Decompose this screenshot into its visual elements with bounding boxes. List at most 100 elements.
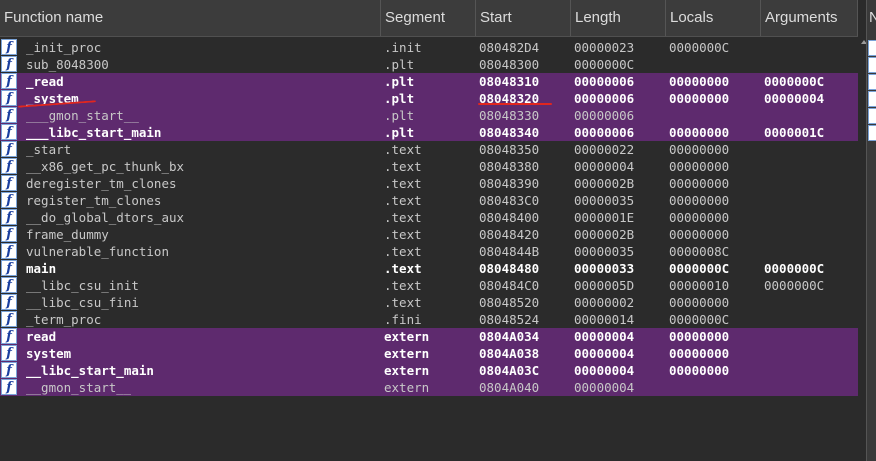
arguments-cell: 0000000C xyxy=(764,74,825,89)
start-cell: 08048420 xyxy=(479,227,540,242)
table-row[interactable]: f system extern 0804A038 00000004 00000000 xyxy=(0,345,858,362)
arguments-cell: 0000000C xyxy=(764,261,825,276)
length-cell: 00000004 xyxy=(574,363,635,378)
side-panel-header[interactable]: N xyxy=(867,0,876,36)
segment-cell: .plt xyxy=(384,74,415,89)
segment-cell: .text xyxy=(384,176,422,191)
start-cell: 080484C0 xyxy=(479,278,540,293)
table-row[interactable]: f __libc_csu_fini .text 08048520 00000002 000… xyxy=(0,294,858,311)
side-function-icon xyxy=(868,125,876,141)
function-icon: f xyxy=(1,311,17,327)
table-row[interactable]: f ___gmon_start__ .plt 08048330 00000006 xyxy=(0,107,858,124)
function-icon: f xyxy=(1,243,17,259)
locals-cell: 00000010 xyxy=(669,278,730,293)
locals-cell: 0000000C xyxy=(669,40,730,55)
column-header-length[interactable]: Length xyxy=(571,0,666,36)
segment-cell: .text xyxy=(384,142,422,157)
locals-cell: 00000000 xyxy=(669,125,730,140)
segment-cell: .text xyxy=(384,261,422,276)
length-cell: 00000004 xyxy=(574,159,635,174)
table-row[interactable]: f __libc_csu_init .text 080484C0 0000005D 000… xyxy=(0,277,858,294)
start-cell: 08048480 xyxy=(479,261,540,276)
column-header-arguments[interactable]: Arguments xyxy=(761,0,858,36)
function-name-cell: __x86_get_pc_thunk_bx xyxy=(26,159,185,174)
locals-cell: 00000000 xyxy=(669,295,730,310)
column-header-locals[interactable]: Locals xyxy=(666,0,761,36)
start-cell: 08048330 xyxy=(479,108,540,123)
length-cell: 00000035 xyxy=(574,193,635,208)
function-icon: f xyxy=(1,158,17,174)
length-cell: 00000022 xyxy=(574,142,635,157)
length-cell: 00000006 xyxy=(574,74,635,89)
arguments-cell: 0000001C xyxy=(764,125,825,140)
arguments-cell: 00000004 xyxy=(764,91,825,106)
table-row[interactable]: f ___libc_start_main .plt 08048340 00000006 0… xyxy=(0,124,858,141)
function-name-cell: __libc_csu_init xyxy=(26,278,139,293)
column-header-segment[interactable]: Segment xyxy=(381,0,476,36)
table-row[interactable]: f __gmon_start__ extern 0804A040 00000004 xyxy=(0,379,858,396)
table-row[interactable]: f sub_8048300 .plt 08048300 0000000C xyxy=(0,56,858,73)
segment-cell: .plt xyxy=(384,108,415,123)
locals-cell: 00000000 xyxy=(669,176,730,191)
table-row[interactable]: f vulnerable_function .text 0804844B 0000003… xyxy=(0,243,858,260)
table-row[interactable]: f frame_dummy .text 08048420 0000002B 0000000… xyxy=(0,226,858,243)
table-row[interactable]: f main .text 08048480 00000033 0000000C 000000… xyxy=(0,260,858,277)
start-cell: 08048380 xyxy=(479,159,540,174)
locals-cell: 0000000C xyxy=(669,312,730,327)
column-header-function-name[interactable]: Function name xyxy=(0,0,381,36)
table-row[interactable]: f _start .text 08048350 00000022 00000000 xyxy=(0,141,858,158)
locals-cell: 00000000 xyxy=(669,329,730,344)
table-row[interactable]: f read extern 0804A034 00000004 00000000 xyxy=(0,328,858,345)
start-cell: 0804A038 xyxy=(479,346,540,361)
length-cell: 00000006 xyxy=(574,125,635,140)
start-cell: 0804844B xyxy=(479,244,540,259)
vertical-scrollbar[interactable] xyxy=(858,36,866,461)
function-icon: f xyxy=(1,345,17,361)
segment-cell: .text xyxy=(384,159,422,174)
function-icon: f xyxy=(1,90,17,106)
locals-cell: 00000000 xyxy=(669,227,730,242)
function-icon: f xyxy=(1,39,17,55)
function-name-cell: deregister_tm_clones xyxy=(26,176,177,191)
table-body: f _init_proc .init 080482D4 00000023 0000000C… xyxy=(0,39,858,396)
function-icon: f xyxy=(1,260,17,276)
start-cell: 0804A03C xyxy=(479,363,540,378)
table-row[interactable]: f _read .plt 08048310 00000006 00000000 000000… xyxy=(0,73,858,90)
table-row[interactable]: f _term_proc .fini 08048524 00000014 0000000C xyxy=(0,311,858,328)
arguments-cell: 0000000C xyxy=(764,278,825,293)
function-name-cell: ___libc_start_main xyxy=(26,125,162,140)
function-icon: f xyxy=(1,56,17,72)
locals-cell: 00000000 xyxy=(669,91,730,106)
function-icon: f xyxy=(1,192,17,208)
segment-cell: .text xyxy=(384,278,422,293)
side-panel: N xyxy=(866,0,876,461)
locals-cell: 00000000 xyxy=(669,346,730,361)
locals-cell: 00000000 xyxy=(669,193,730,208)
length-cell: 00000002 xyxy=(574,295,635,310)
segment-cell: extern xyxy=(384,363,430,378)
function-name-cell: _init_proc xyxy=(26,40,102,55)
start-cell: 08048524 xyxy=(479,312,540,327)
start-cell: 08048400 xyxy=(479,210,540,225)
segment-cell: extern xyxy=(384,329,430,344)
table-row[interactable]: f deregister_tm_clones .text 08048390 000000… xyxy=(0,175,858,192)
function-icon: f xyxy=(1,362,17,378)
table-row[interactable]: f __do_global_dtors_aux .text 08048400 00000… xyxy=(0,209,858,226)
column-header-start[interactable]: Start xyxy=(476,0,571,36)
table-row[interactable]: f __libc_start_main extern 0804A03C 00000004… xyxy=(0,362,858,379)
locals-cell: 0000000C xyxy=(669,261,730,276)
length-cell: 0000002B xyxy=(574,227,635,242)
table-header: Function name Segment Start Length Local… xyxy=(0,0,858,37)
function-icon: f xyxy=(1,124,17,140)
table-row[interactable]: f _system .plt 08048320 00000006 00000000 0000… xyxy=(0,90,858,107)
length-cell: 00000035 xyxy=(574,244,635,259)
length-cell: 00000006 xyxy=(574,108,635,123)
table-row[interactable]: f _init_proc .init 080482D4 00000023 0000000C xyxy=(0,39,858,56)
table-row[interactable]: f __x86_get_pc_thunk_bx .text 08048380 00000… xyxy=(0,158,858,175)
function-name-cell: _read xyxy=(26,74,64,89)
side-function-icon xyxy=(868,91,876,107)
table-row[interactable]: f register_tm_clones .text 080483C0 00000035… xyxy=(0,192,858,209)
function-name-cell: __libc_start_main xyxy=(26,363,154,378)
start-cell: 08048300 xyxy=(479,57,540,72)
start-cell: 080482D4 xyxy=(479,40,540,55)
